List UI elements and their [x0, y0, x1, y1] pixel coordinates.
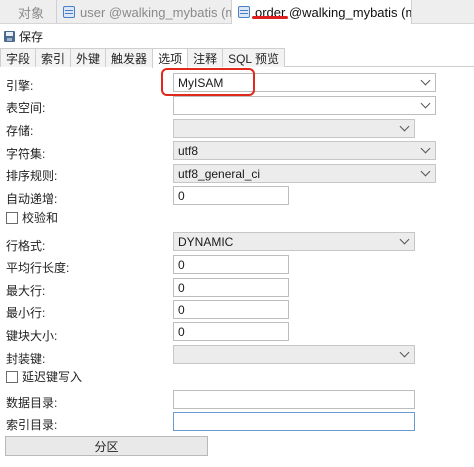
charset-select[interactable]: utf8 — [173, 141, 436, 160]
storage-select[interactable] — [173, 119, 415, 138]
chevron-down-icon — [399, 121, 410, 132]
index-directory-input[interactable] — [173, 412, 415, 431]
tab-objects-label: 对象 — [18, 5, 45, 21]
checkbox-icon — [6, 211, 18, 224]
tab-fields[interactable]: 字段 — [0, 48, 37, 67]
avg-row-length-value: 0 — [178, 257, 185, 272]
storage-label: 存储: — [6, 124, 34, 138]
auto-increment-value: 0 — [178, 188, 185, 203]
data-directory-input[interactable] — [173, 390, 415, 409]
tab-triggers[interactable]: 触发器 — [105, 48, 154, 67]
tab-comment[interactable]: 注释 — [187, 48, 224, 67]
max-rows-value: 0 — [178, 280, 185, 295]
min-rows-input[interactable]: 0 — [173, 300, 289, 319]
data-directory-label: 数据目录: — [6, 396, 58, 410]
chevron-down-icon — [420, 166, 431, 177]
tab-sql-preview[interactable]: SQL 预览 — [222, 48, 285, 67]
max-rows-input[interactable]: 0 — [173, 278, 289, 297]
save-icon — [4, 30, 15, 42]
chevron-down-icon — [420, 98, 431, 109]
tab-user-table[interactable]: user @walking_mybatis (my... — [57, 0, 232, 24]
tab-objects[interactable]: 对象 — [0, 0, 57, 24]
document-tab-bar: 对象 user @walking_mybatis (my... order @w… — [0, 0, 474, 24]
auto-increment-label: 自动递增: — [6, 192, 58, 206]
save-label: 保存 — [19, 29, 44, 44]
toolbar: 保存 — [0, 25, 474, 47]
avg-row-length-label: 平均行长度: — [6, 261, 70, 275]
partition-button[interactable]: 分区 — [5, 436, 208, 456]
table-icon — [238, 6, 250, 18]
tablespace-select[interactable] — [173, 96, 436, 115]
tab-user-label: user @walking_mybatis (my... — [80, 4, 231, 20]
red-highlight-annotation — [161, 68, 255, 96]
pack-keys-label: 封装键: — [6, 352, 46, 366]
min-rows-label: 最小行: — [6, 306, 46, 320]
max-rows-label: 最大行: — [6, 284, 46, 298]
chevron-down-icon — [399, 234, 410, 245]
row-format-value: DYNAMIC — [178, 234, 234, 249]
chevron-down-icon — [420, 75, 431, 86]
tablespace-label: 表空间: — [6, 101, 46, 115]
collation-value: utf8_general_ci — [178, 166, 261, 181]
auto-increment-input[interactable]: 0 — [173, 186, 289, 205]
checksum-label: 校验和 — [22, 211, 59, 225]
delay-key-write-label: 延迟键写入 — [22, 370, 83, 384]
chevron-down-icon — [420, 143, 431, 154]
min-rows-value: 0 — [178, 302, 185, 317]
checksum-checkbox[interactable]: 校验和 — [6, 209, 58, 226]
collation-label: 排序规则: — [6, 169, 58, 183]
checkbox-icon — [6, 370, 18, 383]
row-format-label: 行格式: — [6, 239, 46, 253]
chevron-down-icon — [399, 347, 410, 358]
table-icon — [63, 6, 75, 18]
avg-row-length-input[interactable]: 0 — [173, 255, 289, 274]
row-format-select[interactable]: DYNAMIC — [173, 232, 415, 251]
engine-label: 引擎: — [6, 79, 34, 93]
index-directory-label: 索引目录: — [6, 418, 58, 432]
tab-order-table[interactable]: order @walking_mybatis (m... — [232, 0, 412, 24]
charset-label: 字符集: — [6, 147, 46, 161]
delay-key-write-checkbox[interactable]: 延迟键写入 — [6, 368, 82, 385]
collation-select[interactable]: utf8_general_ci — [173, 164, 436, 183]
tab-indexes[interactable]: 索引 — [35, 48, 72, 67]
pack-keys-select[interactable] — [173, 345, 415, 364]
save-button[interactable]: 保存 — [4, 28, 43, 45]
key-block-size-label: 键块大小: — [6, 329, 58, 343]
tab-options[interactable]: 选项 — [152, 48, 189, 68]
section-tabs: 字段 索引 外键 触发器 选项 注释 SQL 预览 — [0, 48, 474, 68]
key-block-size-input[interactable]: 0 — [173, 322, 289, 341]
charset-value: utf8 — [178, 143, 199, 158]
red-underline-annotation — [252, 16, 288, 19]
key-block-size-value: 0 — [178, 324, 185, 339]
tab-foreign-keys[interactable]: 外键 — [70, 48, 107, 67]
